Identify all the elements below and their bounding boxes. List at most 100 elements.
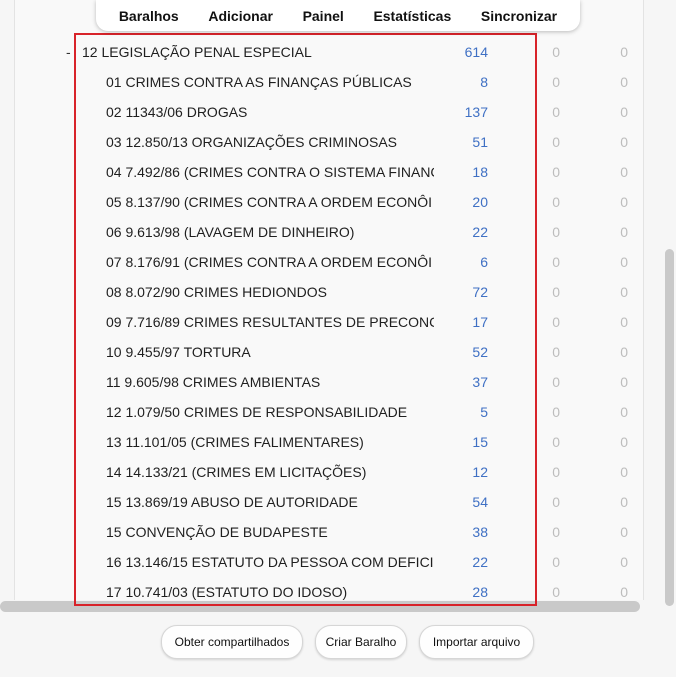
top-navigation: Baralhos Adicionar Painel Estatísticas S…: [96, 0, 580, 31]
deck-row: 15 13.869/19 ABUSO DE AUTORIDADE 54 0 0: [0, 487, 676, 517]
new-count: 20: [472, 194, 488, 210]
learn-count: 0: [552, 554, 560, 570]
learn-count: 0: [552, 284, 560, 300]
new-count: 38: [472, 524, 488, 540]
due-count: 0: [620, 314, 628, 330]
new-count: 15: [472, 434, 488, 450]
deck-row: 06 9.613/98 (LAVAGEM DE DINHEIRO) 22 0 0: [0, 217, 676, 247]
due-count: 0: [620, 104, 628, 120]
due-count: 0: [620, 194, 628, 210]
deck-name[interactable]: 02 11343/06 DROGAS: [106, 97, 434, 127]
deck-name[interactable]: 15 CONVENÇÃO DE BUDAPESTE: [106, 517, 434, 547]
nav-add[interactable]: Adicionar: [202, 4, 279, 28]
deck-row: 15 CONVENÇÃO DE BUDAPESTE 38 0 0: [0, 517, 676, 547]
new-count: 8: [480, 74, 488, 90]
deck-name[interactable]: 09 7.716/89 CRIMES RESULTANTES DE PRECON…: [106, 307, 434, 337]
deck-row: 04 7.492/86 (CRIMES CONTRA O SISTEMA FIN…: [0, 157, 676, 187]
anki-deck-browser: Baralhos Adicionar Painel Estatísticas S…: [0, 0, 676, 677]
new-count: 51: [472, 134, 488, 150]
due-count: 0: [620, 494, 628, 510]
import-file-button[interactable]: Importar arquivo: [419, 625, 534, 659]
new-count: 12: [472, 464, 488, 480]
due-count: 0: [620, 224, 628, 240]
get-shared-button[interactable]: Obter compartilhados: [161, 625, 303, 659]
new-count: 5: [480, 404, 488, 420]
deck-name[interactable]: 01 CRIMES CONTRA AS FINANÇAS PÚBLICAS: [106, 67, 434, 97]
due-count: 0: [620, 554, 628, 570]
horizontal-scrollbar-thumb[interactable]: [0, 601, 640, 612]
due-count: 0: [620, 44, 628, 60]
due-count: 0: [620, 164, 628, 180]
due-count: 0: [620, 284, 628, 300]
new-count: 54: [472, 494, 488, 510]
nav-decks[interactable]: Baralhos: [113, 4, 185, 28]
deck-name[interactable]: 04 7.492/86 (CRIMES CONTRA O SISTEMA FIN…: [106, 157, 434, 187]
deck-row: 01 CRIMES CONTRA AS FINANÇAS PÚBLICAS 8 …: [0, 67, 676, 97]
new-count: 6: [480, 254, 488, 270]
learn-count: 0: [552, 74, 560, 90]
nav-stats[interactable]: Estatísticas: [367, 4, 457, 28]
deck-row: 05 8.137/90 (CRIMES CONTRA A ORDEM ECONÔ…: [0, 187, 676, 217]
learn-count: 0: [552, 524, 560, 540]
due-count: 0: [620, 524, 628, 540]
deck-row: 07 8.176/91 (CRIMES CONTRA A ORDEM ECONÔ…: [0, 247, 676, 277]
learn-count: 0: [552, 314, 560, 330]
deck-row: 14 14.133/21 (CRIMES EM LICITAÇÕES) 12 0…: [0, 457, 676, 487]
new-count: 22: [472, 554, 488, 570]
learn-count: 0: [552, 134, 560, 150]
deck-name[interactable]: 07 8.176/91 (CRIMES CONTRA A ORDEM ECONÔ…: [106, 247, 434, 277]
due-count: 0: [620, 374, 628, 390]
deck-name[interactable]: 08 8.072/90 CRIMES HEDIONDOS: [106, 277, 434, 307]
learn-count: 0: [552, 494, 560, 510]
deck-name[interactable]: 10 9.455/97 TORTURA: [106, 337, 434, 367]
deck-row: 11 9.605/98 CRIMES AMBIENTAS 37 0 0: [0, 367, 676, 397]
deck-name[interactable]: 13 11.101/05 (CRIMES FALIMENTARES): [106, 427, 434, 457]
deck-row: 09 7.716/89 CRIMES RESULTANTES DE PRECON…: [0, 307, 676, 337]
deck-name[interactable]: 11 9.605/98 CRIMES AMBIENTAS: [106, 367, 434, 397]
bottom-button-bar: Obter compartilhados Criar Baralho Impor…: [0, 625, 676, 661]
nav-sync[interactable]: Sincronizar: [475, 4, 563, 28]
deck-name[interactable]: 12 1.079/50 CRIMES DE RESPONSABILIDADE: [106, 397, 434, 427]
learn-count: 0: [552, 374, 560, 390]
learn-count: 0: [552, 404, 560, 420]
deck-name[interactable]: 05 8.137/90 (CRIMES CONTRA A ORDEM ECONÔ…: [106, 187, 434, 217]
deck-row-parent: - 12 LEGISLAÇÃO PENAL ESPECIAL 614 0 0: [0, 37, 676, 67]
learn-count: 0: [552, 464, 560, 480]
deck-row: 12 1.079/50 CRIMES DE RESPONSABILIDADE 5…: [0, 397, 676, 427]
new-count: 137: [464, 104, 488, 120]
due-count: 0: [620, 404, 628, 420]
learn-count: 0: [552, 344, 560, 360]
deck-row: 03 12.850/13 ORGANIZAÇÕES CRIMINOSAS 51 …: [0, 127, 676, 157]
due-count: 0: [620, 134, 628, 150]
nav-browse[interactable]: Painel: [297, 4, 350, 28]
deck-row: 13 11.101/05 (CRIMES FALIMENTARES) 15 0 …: [0, 427, 676, 457]
deck-row: 16 13.146/15 ESTATUTO DA PESSOA COM DEFI…: [0, 547, 676, 577]
deck-row: 02 11343/06 DROGAS 137 0 0: [0, 97, 676, 127]
deck-name[interactable]: 14 14.133/21 (CRIMES EM LICITAÇÕES): [106, 457, 434, 487]
new-count: 37: [472, 374, 488, 390]
learn-count: 0: [552, 104, 560, 120]
new-count: 22: [472, 224, 488, 240]
due-count: 0: [620, 254, 628, 270]
learn-count: 0: [552, 224, 560, 240]
due-count: 0: [620, 464, 628, 480]
vertical-scrollbar-thumb[interactable]: [665, 249, 674, 606]
deck-row: 10 9.455/97 TORTURA 52 0 0: [0, 337, 676, 367]
new-count: 18: [472, 164, 488, 180]
due-count: 0: [620, 434, 628, 450]
learn-count: 0: [552, 194, 560, 210]
new-count: 52: [472, 344, 488, 360]
deck-name[interactable]: 03 12.850/13 ORGANIZAÇÕES CRIMINOSAS: [106, 127, 434, 157]
collapse-toggle[interactable]: -: [66, 37, 71, 67]
learn-count: 0: [552, 254, 560, 270]
deck-name[interactable]: 15 13.869/19 ABUSO DE AUTORIDADE: [106, 487, 434, 517]
deck-name[interactable]: 12 LEGISLAÇÃO PENAL ESPECIAL: [82, 37, 442, 67]
new-count: 614: [464, 44, 488, 60]
new-count: 17: [472, 314, 488, 330]
deck-name[interactable]: 16 13.146/15 ESTATUTO DA PESSOA COM DEFI…: [106, 547, 434, 577]
create-deck-button[interactable]: Criar Baralho: [315, 625, 407, 659]
due-count: 0: [620, 344, 628, 360]
learn-count: 0: [552, 44, 560, 60]
deck-row: 08 8.072/90 CRIMES HEDIONDOS 72 0 0: [0, 277, 676, 307]
deck-name[interactable]: 06 9.613/98 (LAVAGEM DE DINHEIRO): [106, 217, 434, 247]
